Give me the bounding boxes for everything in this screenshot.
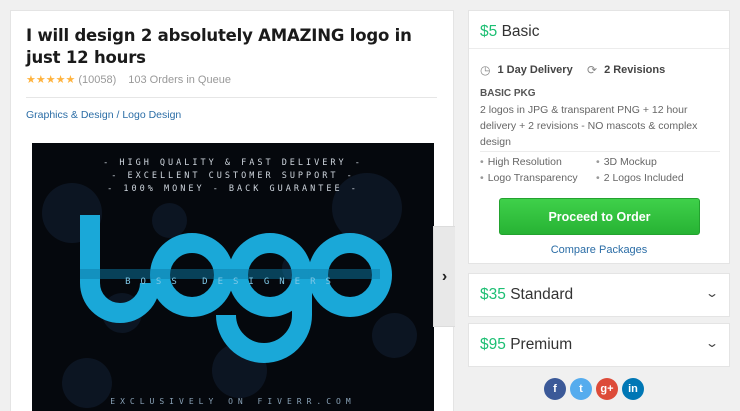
gig-hero-image[interactable]: - HIGH QUALITY & FAST DELIVERY - - EXCEL… <box>32 143 434 411</box>
revisions: ⟳ 2 Revisions <box>587 63 665 77</box>
revisions-label: 2 Revisions <box>604 64 666 76</box>
refresh-icon: ⟳ <box>587 63 598 77</box>
delivery-label: 1 Day Delivery <box>497 64 573 76</box>
breadcrumb-category[interactable]: Graphics & Design <box>26 109 114 121</box>
package-description: 2 logos in JPG & transparent PNG + 12 ho… <box>480 104 698 148</box>
gig-title: I will design 2 absolutely AMAZING logo … <box>26 26 412 67</box>
package-title: BASIC PKG <box>480 88 536 99</box>
chevron-down-icon: ⌄ <box>704 336 720 350</box>
package-premium[interactable]: $95 Premium ⌄ <box>468 323 730 367</box>
breadcrumb-separator: / <box>113 109 123 121</box>
proceed-to-order-button[interactable]: Proceed to Order <box>499 198 700 235</box>
social-share: f t g+ in <box>544 378 644 400</box>
package-name: Basic <box>501 23 540 40</box>
twitter-icon[interactable]: t <box>570 378 592 400</box>
divider <box>26 97 437 98</box>
package-header: $5 Basic <box>469 11 729 41</box>
compare-packages-link[interactable]: Compare Packages <box>469 244 729 256</box>
gig-overview-card: I will design 2 absolutely AMAZING logo … <box>10 10 454 411</box>
package-price: $5 <box>480 23 498 40</box>
package-standard[interactable]: $35 Standard ⌄ <box>468 273 730 317</box>
package-name: Standard <box>510 286 574 303</box>
facebook-icon[interactable]: f <box>544 378 566 400</box>
hero-footer-text: EXCLUSIVELY ON FIVERR.COM <box>110 397 356 406</box>
feature-item: 3D Mockup <box>596 156 657 168</box>
delivery-time: ◷ 1 Day Delivery <box>480 63 573 77</box>
review-count[interactable]: (10058) <box>78 74 116 86</box>
breadcrumb: Graphics & Design / Logo Design <box>26 109 181 121</box>
feature-item: High Resolution <box>480 156 562 168</box>
package-name: Premium <box>510 336 573 353</box>
clock-icon: ◷ <box>480 63 491 77</box>
divider <box>480 151 720 152</box>
orders-in-queue: 103 Orders in Queue <box>128 73 231 86</box>
chevron-down-icon: ⌄ <box>704 286 720 300</box>
divider <box>469 48 729 49</box>
chevron-right-icon[interactable]: › <box>433 226 455 327</box>
feature-item: 2 Logos Included <box>596 172 684 184</box>
star-rating-icon: ★★★★★ <box>26 74 76 86</box>
rating-row: ★★★★★ (10058) 103 Orders in Queue <box>26 73 231 87</box>
package-card-basic: $5 Basic ◷ 1 Day Delivery ⟳ 2 Revisions … <box>468 10 730 264</box>
feature-item: Logo Transparency <box>480 172 578 184</box>
linkedin-icon[interactable]: in <box>622 378 644 400</box>
google-plus-icon[interactable]: g+ <box>596 378 618 400</box>
package-price: $95 <box>480 336 506 353</box>
hero-overlay-text: BOSS DESIGNERS <box>125 277 341 287</box>
package-price: $35 <box>480 286 506 303</box>
breadcrumb-subcategory[interactable]: Logo Design <box>122 109 181 121</box>
